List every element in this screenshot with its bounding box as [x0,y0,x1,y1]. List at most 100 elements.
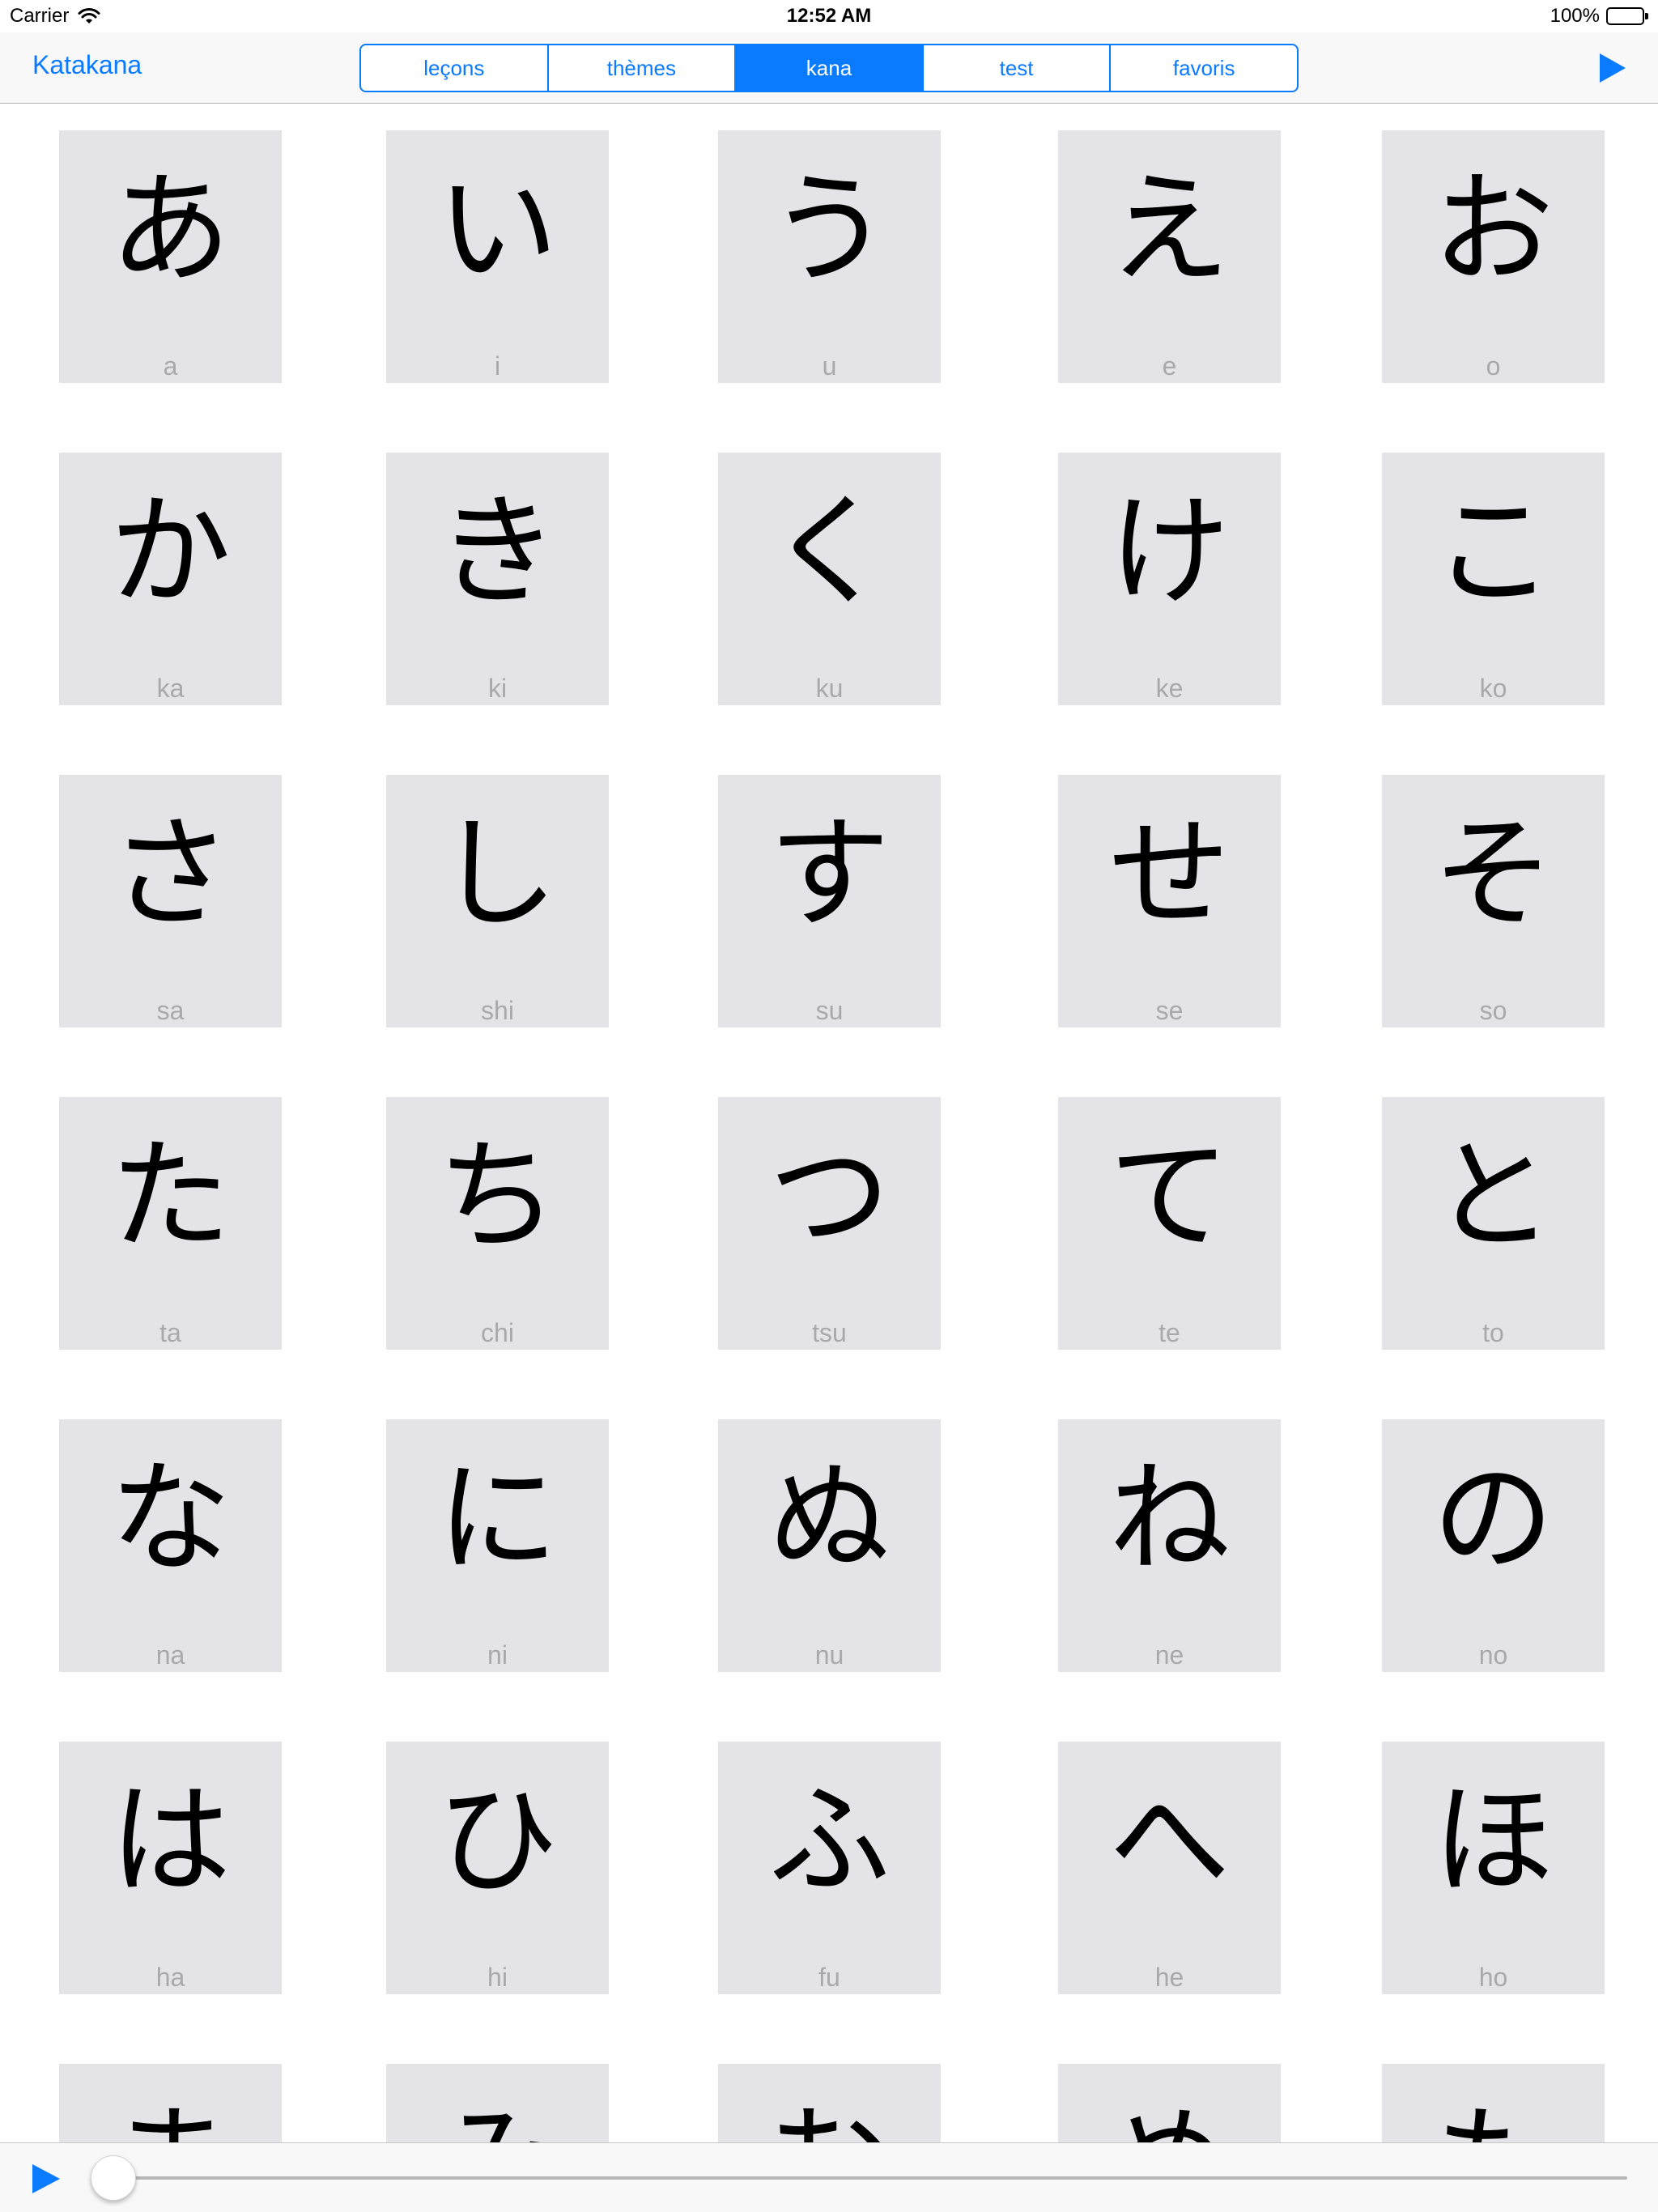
romaji-label: ta [159,1318,181,1347]
segment-thèmes[interactable]: thèmes [546,45,735,91]
romaji-label: to [1482,1318,1504,1347]
kana-character: ね [1108,1448,1231,1589]
kana-character: た [109,1126,232,1267]
kana-tile[interactable]: か ka [59,453,282,705]
kana-tile[interactable]: し shi [386,775,609,1027]
kana-tile[interactable]: も [1382,2064,1605,2142]
kana-tile[interactable]: と to [1382,1097,1605,1350]
kana-character: か [109,482,232,623]
romaji-label: sa [156,996,185,1025]
kana-tile[interactable]: て te [1058,1097,1281,1350]
kana-tile[interactable]: ほ ho [1382,1742,1605,1994]
romaji-label: fu [818,1963,840,1992]
kana-character: い [436,160,559,300]
playback-slider[interactable] [91,2155,1627,2201]
romaji-label: na [155,1640,185,1670]
romaji-label: ni [487,1640,508,1670]
kana-tile[interactable]: いi [386,130,609,383]
play-icon[interactable] [1592,49,1630,87]
romaji-label: a [163,351,178,381]
kana-tile[interactable]: そ so [1382,775,1605,1027]
kana-character: と [1432,1126,1554,1267]
kana-tile[interactable]: め [1058,2064,1281,2142]
play-icon[interactable] [28,2161,63,2197]
kana-tile[interactable]: うu [718,130,941,383]
battery-percent: 100% [1550,5,1600,27]
romaji-label: ho [1478,1963,1508,1992]
kana-tile[interactable]: ぬ nu [718,1419,941,1672]
kana-character: む [718,2103,941,2142]
kana-tile[interactable]: ふ fu [718,1742,941,1994]
kana-character: う [768,160,891,300]
romaji-label: hi [487,1963,508,1992]
slider-track [113,2176,1627,2180]
romaji-label: e [1162,351,1177,381]
kana-tile[interactable]: の no [1382,1419,1605,1672]
kana-tile[interactable]: えe [1058,130,1281,383]
kana-character: あ [109,160,232,300]
kana-character: め [1058,2103,1281,2142]
romaji-label: se [1155,996,1184,1025]
kana-character: ま [59,2103,282,2142]
kana-character: し [436,804,559,945]
kana-character: は [109,1771,232,1912]
segment-favoris[interactable]: favoris [1109,45,1297,91]
kana-character: ひ [436,1771,559,1912]
kana-tile[interactable]: つ tsu [718,1097,941,1350]
kana-tile[interactable]: な na [59,1419,282,1672]
kana-tile[interactable]: は ha [59,1742,282,1994]
kana-character: ぬ [768,1448,891,1589]
kana-tile[interactable]: た ta [59,1097,282,1350]
romaji-label: ha [155,1963,185,1992]
kana-tile[interactable]: あa [59,130,282,383]
kana-tile[interactable]: こ ko [1382,453,1605,705]
kana-character: き [436,482,559,623]
slider-thumb[interactable] [91,2155,136,2201]
kana-tile[interactable]: ま [59,2064,282,2142]
romaji-label: ko [1479,674,1507,703]
kana-tile[interactable]: に ni [386,1419,609,1672]
kana-tile[interactable]: へ he [1058,1742,1281,1994]
romaji-label: chi [481,1318,514,1347]
kana-tile[interactable]: ひ hi [386,1742,609,1994]
battery-icon [1606,7,1648,25]
kana-character: て [1108,1126,1231,1267]
romaji-label: no [1478,1640,1508,1670]
kana-tile[interactable]: む [718,2064,941,2142]
kana-grid: あ a い i う u え e お o か ka き ki く ku け ke こ ko さ sa し shi す su せ se そ s… [0,104,1658,2142]
romaji-label: u [822,351,837,381]
kana-tile[interactable]: き ki [386,453,609,705]
segment-test[interactable]: test [921,45,1110,91]
kana-character: せ [1108,804,1231,945]
kana-character: え [1108,160,1231,300]
romaji-label: ki [487,674,508,703]
kana-character: つ [768,1126,891,1267]
kana-character: に [436,1448,559,1589]
kana-tile[interactable]: ね ne [1058,1419,1281,1672]
romaji-label: te [1158,1318,1180,1347]
kana-tile[interactable]: せ se [1058,775,1281,1027]
kana-tile[interactable]: け ke [1058,453,1281,705]
kana-character: も [1382,2103,1605,2142]
back-button-katakana[interactable]: Katakana [32,50,142,80]
kana-tile[interactable]: ち chi [386,1097,609,1350]
status-right: 100% [1550,5,1648,28]
romaji-label: he [1154,1963,1184,1992]
kana-character: の [1432,1448,1554,1589]
romaji-label: tsu [812,1318,847,1347]
kana-tile[interactable]: く ku [718,453,941,705]
kana-character: そ [1432,804,1554,945]
romaji-label: ku [815,674,844,703]
kana-character: ほ [1432,1771,1554,1912]
navigation-bar: Katakana leçons thèmes kana test favoris [0,32,1658,104]
kana-tile[interactable]: さ sa [59,775,282,1027]
kana-tile[interactable]: おo [1382,130,1605,383]
romaji-label: so [1479,996,1507,1025]
segment-kana[interactable]: kana [734,45,922,91]
section-segmented-control: leçons thèmes kana test favoris [359,44,1299,92]
romaji-label: ka [156,674,185,703]
segment-leçons[interactable]: leçons [361,45,547,91]
kana-tile[interactable]: す su [718,775,941,1027]
kana-character: お [1432,160,1554,300]
kana-tile[interactable]: み [386,2064,609,2142]
